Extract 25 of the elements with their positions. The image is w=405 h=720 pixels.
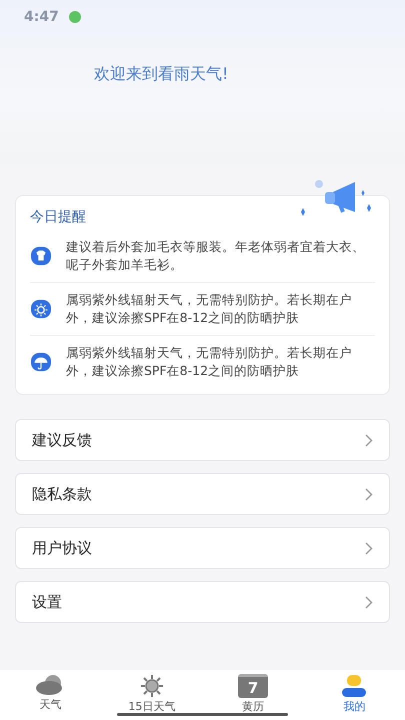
- card-title: 今日提醒: [30, 208, 87, 226]
- calendar-icon: 7: [238, 674, 268, 698]
- menu-item[interactable]: 用户协议: [15, 527, 390, 569]
- tab[interactable]: 7 黄历: [202, 670, 304, 720]
- welcome-text: 欢迎来到看雨天气!: [94, 64, 230, 85]
- menu-item[interactable]: 建议反馈: [15, 419, 390, 461]
- shirt-icon: [30, 246, 52, 266]
- tab[interactable]: 我的: [304, 670, 405, 720]
- reminder-text: 属弱紫外线辐射天气，无需特别防护。若长期在户外，建议涂擦SPF在8-12之间的防晒护肤: [66, 344, 353, 380]
- reminder-text: 建议着后外套加毛衣等服装。年老体弱者宜着大衣、呢子外套加羊毛衫。: [66, 238, 366, 274]
- chevron-right-icon: [365, 542, 373, 554]
- sun-icon: [30, 299, 52, 319]
- menu-item[interactable]: 设置: [15, 581, 390, 623]
- chevron-right-icon: [365, 488, 373, 500]
- notification-dot: [68, 11, 81, 23]
- status-time: 4:47: [24, 9, 59, 25]
- menu-item[interactable]: 隐私条款: [15, 473, 390, 515]
- umbrella-icon: [30, 352, 52, 372]
- person-icon: [340, 674, 368, 698]
- reminder-text: 属弱紫外线辐射天气，无需特别防护。若长期在户外，建议涂擦SPF在8-12之间的防晒护肤: [66, 291, 353, 327]
- chevron-right-icon: [365, 434, 373, 446]
- tab[interactable]: 15日天气: [101, 670, 202, 720]
- chevron-right-icon: [365, 596, 373, 608]
- sun-icon: [138, 674, 165, 698]
- tab[interactable]: 天气: [0, 670, 102, 720]
